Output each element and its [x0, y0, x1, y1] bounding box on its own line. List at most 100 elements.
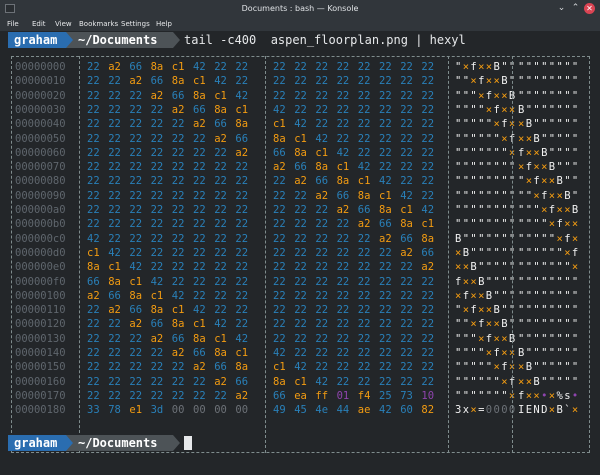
- prompt-separator: [173, 32, 180, 48]
- hex-byte: 42: [108, 246, 121, 259]
- hex-byte: f4: [357, 389, 371, 402]
- ascii-char: D: [541, 404, 548, 417]
- hex-byte: 22: [336, 89, 350, 102]
- ascii-char: ": [455, 61, 462, 73]
- hex-byte: 22: [129, 146, 143, 159]
- hex-byte: c1: [235, 103, 249, 116]
- ascii-char: ×: [493, 89, 500, 102]
- hex-byte: 22: [273, 318, 286, 331]
- ascii-char: ": [493, 246, 500, 259]
- hex-byte: 42: [193, 304, 206, 317]
- hex-byte: 22: [108, 318, 121, 331]
- hex-byte: 22: [193, 189, 206, 202]
- ascii-char: ": [556, 132, 563, 145]
- ascii-char: ×: [485, 103, 493, 116]
- ascii-char: ": [493, 375, 500, 388]
- ascii-char: ": [501, 146, 508, 159]
- ascii-char: ": [462, 146, 470, 159]
- hex-byte: ae: [357, 404, 371, 417]
- hex-byte: 8a: [294, 146, 307, 159]
- hex-byte: 42: [273, 103, 286, 116]
- prompt-directory: ~/Documents: [66, 435, 173, 451]
- ascii-char: ": [564, 132, 571, 145]
- ascii-char: ": [462, 389, 470, 402]
- ascii-char: ": [556, 347, 563, 359]
- hex-byte: 22: [214, 232, 227, 245]
- hex-byte: 66: [87, 275, 100, 288]
- menu-help[interactable]: Help: [156, 17, 172, 31]
- hex-byte: 42: [315, 375, 329, 388]
- hex-byte: 22: [315, 275, 329, 288]
- ascii-char: ": [525, 347, 533, 359]
- hex-byte: 22: [421, 275, 435, 288]
- hex-byte: 22: [108, 347, 121, 359]
- ascii-char: ": [541, 332, 548, 345]
- hex-byte: 22: [421, 61, 435, 73]
- ascii-char: ": [548, 246, 556, 259]
- hex-byte: 66: [235, 132, 249, 145]
- hex-byte: 22: [294, 246, 307, 259]
- hex-byte: 22: [214, 161, 227, 174]
- hex-byte: 22: [129, 232, 143, 245]
- ascii-char: ": [525, 89, 533, 102]
- maximize-icon[interactable]: ⌃: [570, 3, 581, 14]
- minimize-icon[interactable]: ⌄: [556, 3, 567, 14]
- ascii-char: ": [571, 61, 579, 73]
- hex-byte: 66: [193, 347, 206, 359]
- ascii-char: ×: [548, 175, 556, 188]
- ascii-char: ×: [541, 161, 548, 174]
- ascii-char: ×: [525, 146, 533, 159]
- ascii-char: ": [564, 318, 571, 331]
- hex-offset: 00000180: [15, 404, 66, 417]
- menu-view[interactable]: View: [55, 17, 72, 31]
- ascii-char: ": [548, 132, 556, 145]
- hex-byte: 22: [87, 218, 100, 231]
- menu-edit[interactable]: Edit: [32, 17, 46, 31]
- hex-byte: 22: [150, 361, 164, 374]
- ascii-char: ": [455, 361, 462, 374]
- hex-byte: 22: [87, 389, 100, 402]
- hex-byte: 22: [336, 361, 350, 374]
- hex-byte: 60: [400, 404, 413, 417]
- ascii-char: ": [455, 189, 462, 202]
- close-icon[interactable]: ✕: [584, 3, 595, 14]
- ascii-char: 0: [501, 404, 508, 417]
- ascii-char: ": [455, 89, 462, 102]
- hex-byte: 66: [273, 146, 286, 159]
- menu-file[interactable]: File: [7, 17, 19, 31]
- hex-byte: c1: [87, 246, 100, 259]
- hex-byte: 22: [379, 118, 392, 131]
- ascii-char: ": [556, 361, 563, 374]
- ascii-char: ": [485, 146, 493, 159]
- hex-offset: 00000170: [15, 389, 66, 402]
- hex-byte: 22: [273, 61, 286, 73]
- ascii-char: ": [462, 347, 470, 359]
- hex-byte: 22: [129, 218, 143, 231]
- ascii-char: ": [485, 189, 493, 202]
- hex-byte: 22: [379, 332, 392, 345]
- ascii-char: f: [478, 318, 485, 331]
- hex-byte: 33: [87, 404, 100, 417]
- menu-bookmarks[interactable]: Bookmarks: [79, 17, 118, 31]
- hex-offset: 00000140: [15, 347, 66, 359]
- hex-byte: a2: [171, 103, 185, 116]
- ascii-char: ": [455, 161, 462, 174]
- hex-byte: 45: [294, 404, 307, 417]
- ascii-char: ×: [470, 289, 477, 302]
- ascii-char: ×: [501, 375, 508, 388]
- terminal-view[interactable]: graham ~/Documents tail -c400 aspen_floo…: [0, 31, 600, 475]
- menu-settings[interactable]: Settings: [121, 17, 150, 31]
- hex-byte: 22: [129, 389, 143, 402]
- hex-byte: 22: [421, 332, 435, 345]
- hex-byte: 22: [150, 347, 164, 359]
- ascii-char: ": [556, 61, 563, 73]
- ascii-char: ": [493, 389, 500, 402]
- ascii-char: ": [455, 332, 462, 345]
- ascii-char: ×: [518, 132, 525, 145]
- ascii-char: ": [470, 89, 477, 102]
- hex-offset: 00000010: [15, 75, 66, 88]
- hex-byte: 22: [294, 61, 307, 73]
- title-bar: Documents : bash — Konsole ⌄ ⌃ ✕: [0, 0, 600, 17]
- ascii-char: ": [548, 332, 556, 345]
- ascii-char: ×: [564, 246, 571, 259]
